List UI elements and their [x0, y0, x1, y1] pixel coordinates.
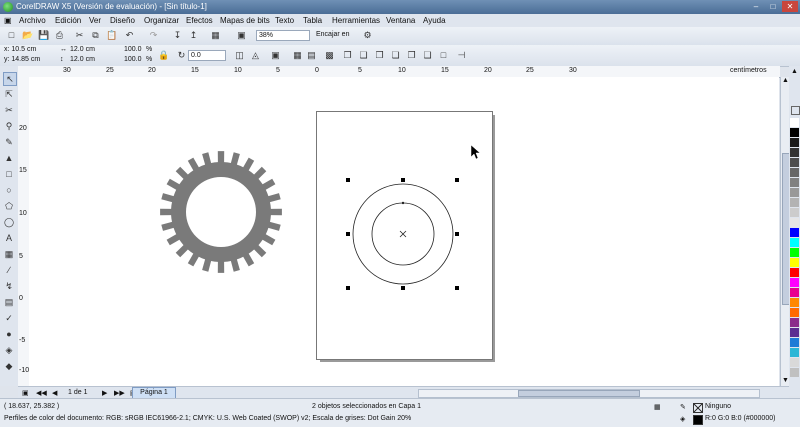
no-outline-swatch — [693, 403, 703, 413]
fill-color-status: R:0 G:0 B:0 (#000000) — [705, 415, 776, 422]
palette-scroll-up-icon[interactable]: ▲ — [791, 68, 798, 75]
scroll-up-icon[interactable]: ▲ — [782, 77, 789, 84]
fill-indicator-icon[interactable]: ▦ — [654, 403, 661, 411]
selection-handle[interactable] — [401, 286, 405, 290]
fill-color-swatch — [693, 415, 703, 425]
fill-bucket-icon[interactable]: ◈ — [680, 415, 685, 423]
color-swatch[interactable] — [790, 368, 799, 377]
mouse-cursor — [470, 144, 481, 160]
color-swatch[interactable] — [790, 358, 799, 367]
color-swatch[interactable] — [790, 138, 799, 147]
horizontal-scroll-thumb[interactable] — [518, 390, 640, 397]
selection-status: 2 objetos seleccionados en Capa 1 — [312, 403, 421, 410]
color-swatch[interactable] — [790, 208, 799, 217]
color-palette: ▲ — [789, 66, 800, 396]
color-swatch[interactable] — [790, 288, 799, 297]
scroll-down-icon[interactable]: ▼ — [782, 377, 789, 384]
color-swatch[interactable] — [790, 248, 799, 257]
color-swatch[interactable] — [790, 198, 799, 207]
selection-handle[interactable] — [346, 286, 350, 290]
no-color-swatch[interactable] — [791, 106, 800, 115]
color-swatch[interactable] — [790, 178, 799, 187]
selection-handle[interactable] — [455, 178, 459, 182]
page-info-icon[interactable]: ▣ — [22, 389, 29, 397]
color-swatch[interactable] — [790, 258, 799, 267]
last-page-icon[interactable]: ▶▶ — [114, 389, 125, 397]
outline-pen-icon[interactable]: ✎ — [680, 403, 686, 411]
color-swatch[interactable] — [790, 118, 799, 127]
color-swatch[interactable] — [790, 268, 799, 277]
status-bar: ( 18.637, 25.382 ) 2 objetos seleccionad… — [0, 398, 800, 427]
color-swatch[interactable] — [790, 328, 799, 337]
color-swatch[interactable] — [790, 278, 799, 287]
gear-shape[interactable] — [160, 151, 282, 273]
color-swatch[interactable] — [790, 128, 799, 137]
page-counter: 1 de 1 — [68, 389, 88, 396]
inner-circle-node[interactable] — [401, 201, 405, 205]
color-swatch[interactable] — [790, 348, 799, 357]
document-color-profiles[interactable]: Perfiles de color del documento: RGB: sR… — [4, 415, 411, 422]
color-swatch[interactable] — [790, 158, 799, 167]
color-swatch[interactable] — [790, 338, 799, 347]
color-swatch[interactable] — [790, 218, 799, 227]
color-swatch[interactable] — [790, 168, 799, 177]
drawing-objects — [160, 144, 481, 285]
outline-status: Ninguno — [705, 403, 732, 410]
cursor-coordinates: ( 18.637, 25.382 ) — [4, 403, 60, 410]
selection-handle[interactable] — [346, 178, 350, 182]
color-swatch[interactable] — [790, 228, 799, 237]
color-swatch[interactable] — [790, 238, 799, 247]
color-swatch[interactable] — [790, 148, 799, 157]
color-swatch[interactable] — [790, 308, 799, 317]
selection-handle[interactable] — [401, 178, 405, 182]
previous-page-icon[interactable]: ◀ — [52, 389, 57, 397]
selected-circles[interactable] — [352, 183, 454, 285]
next-page-icon[interactable]: ▶ — [102, 389, 107, 397]
color-swatch[interactable] — [790, 298, 799, 307]
color-swatch[interactable] — [790, 188, 799, 197]
first-page-icon[interactable]: ◀◀ — [36, 389, 47, 397]
selection-handle[interactable] — [455, 286, 459, 290]
color-swatch[interactable] — [790, 318, 799, 327]
selection-handle[interactable] — [455, 232, 459, 236]
selection-handle[interactable] — [346, 232, 350, 236]
